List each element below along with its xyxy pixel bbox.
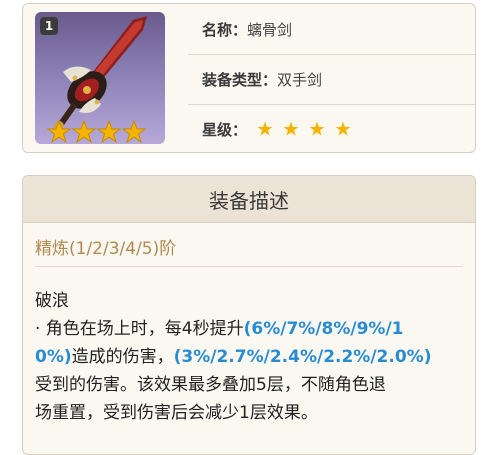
star-icon <box>257 121 273 136</box>
rarity-row: 星级： <box>188 104 475 152</box>
description-line-1: · 角色在场上时，每4秒提升(6%/7%/8%/9%/1 <box>35 319 404 339</box>
star-icon <box>97 120 121 144</box>
rarity-stars <box>257 121 351 137</box>
description-line-3: 受到的伤害。该效果最多叠加5层，不随角色退 <box>35 375 386 395</box>
refinement-label[interactable]: 精炼(1/2/3/4/5)阶 <box>35 234 176 259</box>
star-icon <box>335 121 351 136</box>
star-icon <box>72 120 96 144</box>
damage-bonus-values: (6%/7%/8%/9%/1 <box>243 319 404 339</box>
description-line-2: 0%)造成的伤害，(3%/2.7%/2.4%/2.2%/2.0%) <box>35 347 432 367</box>
weapon-thumbnail[interactable]: 1 <box>35 12 165 144</box>
description-line-4: 场重置，受到伤害后会减少1层效果。 <box>35 403 318 423</box>
type-label: 装备类型： <box>202 70 278 89</box>
rarity-badge: 1 <box>40 17 58 35</box>
description-text: 破浪 · 角色在场上时，每4秒提升(6%/7%/8%/9%/1 0%)造成的伤害… <box>35 287 467 427</box>
divider <box>35 266 463 267</box>
name-row: 名称： 螭骨剑 <box>188 4 475 55</box>
damage-taken-values: (3%/2.7%/2.4%/2.2%/2.0%) <box>173 347 432 367</box>
weapon-info-card: 1 名称： 螭骨剑 装备类型： 双手剑 星级： <box>22 3 476 153</box>
star-icon <box>122 120 146 144</box>
name-value: 螭骨剑 <box>247 20 293 39</box>
type-row: 装备类型： 双手剑 <box>188 54 475 105</box>
attribute-list: 名称： 螭骨剑 装备类型： 双手剑 星级： <box>188 4 475 152</box>
type-value: 双手剑 <box>277 70 323 89</box>
skill-name: 破浪 <box>35 291 69 311</box>
description-header: 装备描述 <box>23 176 475 223</box>
star-icon <box>283 121 299 136</box>
name-label: 名称： <box>202 20 248 39</box>
star-icon <box>47 120 71 144</box>
description-card: 装备描述 精炼(1/2/3/4/5)阶 破浪 · 角色在场上时，每4秒提升(6%… <box>22 175 476 455</box>
thumbnail-star-rating <box>47 120 146 144</box>
rarity-label: 星级： <box>202 120 248 139</box>
star-icon <box>309 121 325 136</box>
